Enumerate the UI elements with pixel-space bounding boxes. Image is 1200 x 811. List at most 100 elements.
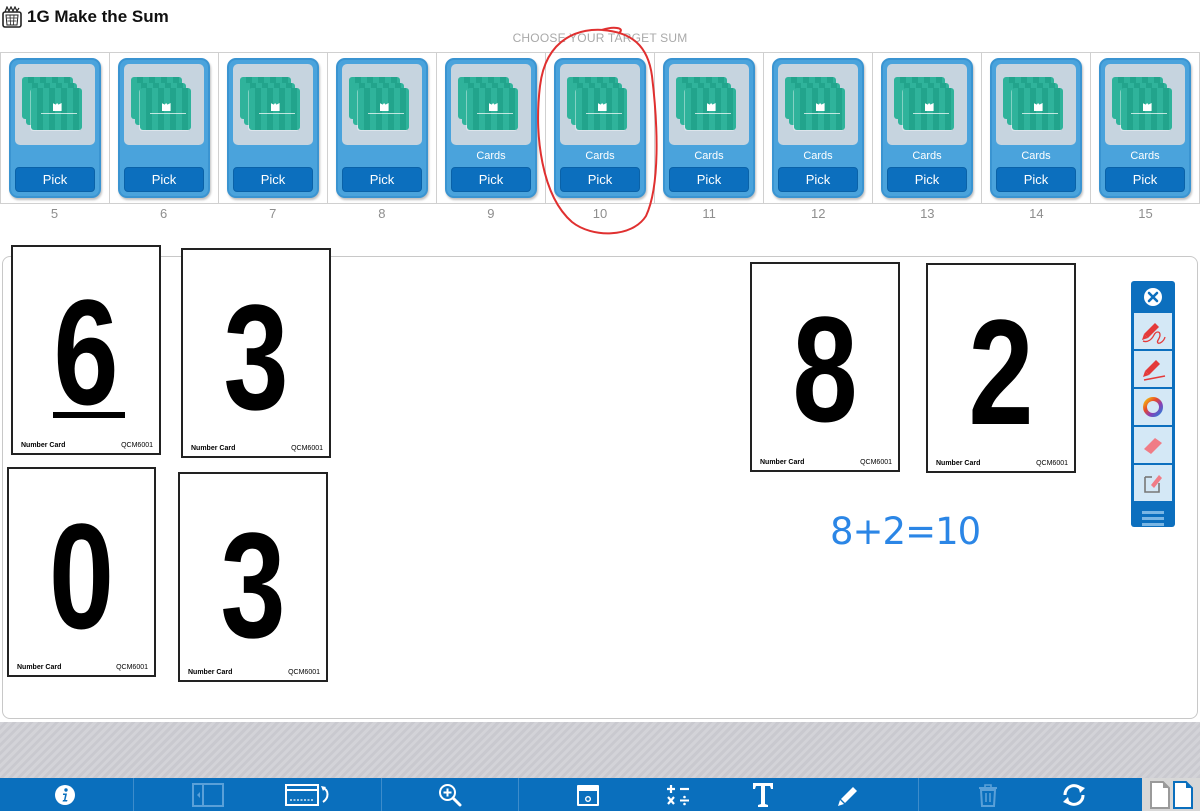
deck-target-sum: 14	[1029, 206, 1044, 221]
publisher-logo-icon	[815, 103, 825, 112]
pick-button[interactable]: Pick	[887, 167, 967, 192]
title-bar: 1G Make the Sum	[0, 0, 169, 34]
pen-toolbar-menu-button[interactable]	[1134, 503, 1172, 533]
card-deck[interactable]: Cards Pick	[1099, 58, 1191, 198]
toolbar-separator	[918, 778, 919, 811]
pick-button[interactable]: Pick	[233, 167, 313, 192]
card-number-underline	[53, 412, 125, 418]
line-pen-icon	[1143, 360, 1166, 381]
publisher-logo-icon	[924, 103, 934, 112]
deck-cell: Cards Pick	[873, 53, 982, 203]
page-view-toggle[interactable]	[1142, 778, 1200, 811]
number-card[interactable]: 8 Number Card QCM6001	[750, 262, 900, 472]
zoom-in-icon	[439, 783, 462, 806]
target-sum-heading: CHOOSE YOUR TARGET SUM	[512, 31, 688, 45]
refresh-icon	[1063, 783, 1085, 806]
pick-button[interactable]: Pick	[15, 167, 95, 192]
publisher-logo-icon	[379, 103, 389, 112]
publisher-logo-icon	[706, 103, 716, 112]
card-deck-image	[778, 64, 858, 145]
card-deck[interactable]: Cards Pick	[445, 58, 537, 198]
card-back	[249, 88, 301, 131]
pick-button[interactable]: Pick	[124, 167, 204, 192]
number-card[interactable]: 0 Number Card QCM6001	[7, 467, 156, 677]
card-number: 6	[53, 268, 119, 436]
publisher-logo-icon	[270, 103, 280, 112]
card-number: 0	[48, 492, 115, 660]
card-deck-image	[124, 64, 204, 145]
clear-note-button[interactable]	[1134, 465, 1172, 501]
deck-cell: Cards Pick	[655, 53, 764, 203]
card-deck[interactable]: Pick	[9, 58, 101, 198]
zoom-in-button[interactable]	[425, 778, 475, 811]
publisher-logo-icon	[488, 103, 498, 112]
card-back	[1012, 88, 1064, 131]
pencil-tool-button[interactable]	[825, 778, 870, 811]
card-code: QCM6001	[860, 459, 892, 466]
pick-button[interactable]: Pick	[778, 167, 858, 192]
card-code: QCM6001	[1036, 460, 1068, 467]
card-caption: Number Card	[21, 442, 66, 449]
eraser-button[interactable]	[1134, 427, 1172, 463]
card-number: 3	[223, 273, 289, 441]
card-back	[467, 88, 519, 131]
info-button[interactable]	[20, 778, 110, 811]
card-deck[interactable]: Pick	[336, 58, 428, 198]
double-page-icon	[1172, 780, 1193, 809]
freehand-pen-button[interactable]	[1134, 313, 1172, 349]
card-deck-image	[1105, 64, 1185, 145]
card-back-text	[695, 112, 732, 114]
deck-target-sum: 7	[269, 206, 277, 221]
card-back-text	[1131, 112, 1168, 114]
number-card[interactable]: 3 Number Card QCM6001	[178, 472, 328, 682]
card-deck-image	[669, 64, 749, 145]
card-back-text	[150, 112, 187, 114]
line-pen-button[interactable]	[1134, 351, 1172, 387]
number-card[interactable]: 6 Number Card QCM6001	[11, 245, 161, 455]
card-deck[interactable]: Pick	[118, 58, 210, 198]
deck-label: Cards	[803, 150, 833, 162]
calendar-icon	[576, 784, 599, 806]
trash-icon	[978, 783, 997, 807]
text-tool-button[interactable]	[740, 778, 785, 811]
eraser-icon	[1144, 438, 1162, 454]
pick-button[interactable]: Pick	[342, 167, 422, 192]
deck-cell: Cards Pick	[437, 53, 546, 203]
refresh-button[interactable]	[1050, 778, 1098, 811]
deck-target-sum: 11	[702, 206, 716, 221]
pick-button[interactable]: Pick	[560, 167, 640, 192]
color-picker-button[interactable]	[1134, 389, 1172, 425]
card-back-text	[586, 112, 623, 114]
deck-cell: Cards Pick	[764, 53, 873, 203]
number-card[interactable]: 3 Number Card QCM6001	[181, 248, 331, 458]
number-card[interactable]: 2 Number Card QCM6001	[926, 263, 1076, 473]
close-pen-toolbar-button[interactable]	[1134, 281, 1172, 313]
pen-toolbar	[1131, 281, 1175, 527]
pick-button[interactable]: Pick	[996, 167, 1076, 192]
screen-reset-button[interactable]	[278, 778, 338, 811]
publisher-logo-icon	[52, 103, 62, 112]
pick-button[interactable]: Pick	[1105, 167, 1185, 192]
card-caption: Number Card	[17, 664, 62, 671]
side-panel-button[interactable]	[180, 778, 235, 811]
card-deck-image	[451, 64, 531, 145]
card-back-text	[804, 112, 841, 114]
pick-button[interactable]: Pick	[451, 167, 531, 192]
card-back-text	[913, 112, 950, 114]
card-back	[140, 88, 192, 131]
card-deck[interactable]: Pick	[227, 58, 319, 198]
card-number: 2	[968, 288, 1034, 456]
pick-button[interactable]: Pick	[669, 167, 749, 192]
card-caption: Number Card	[188, 669, 233, 676]
card-deck[interactable]: Cards Pick	[772, 58, 864, 198]
math-operations-button[interactable]	[655, 778, 700, 811]
deck-target-sum: 12	[810, 206, 826, 221]
toolbar-separator	[381, 778, 382, 811]
card-deck[interactable]: Cards Pick	[881, 58, 973, 198]
trash-button[interactable]	[965, 778, 1010, 811]
card-back-text	[259, 112, 296, 114]
calendar-button[interactable]	[565, 778, 610, 811]
card-deck[interactable]: Cards Pick	[663, 58, 755, 198]
card-deck[interactable]: Cards Pick	[990, 58, 1082, 198]
card-deck[interactable]: Cards Pick	[554, 58, 646, 198]
